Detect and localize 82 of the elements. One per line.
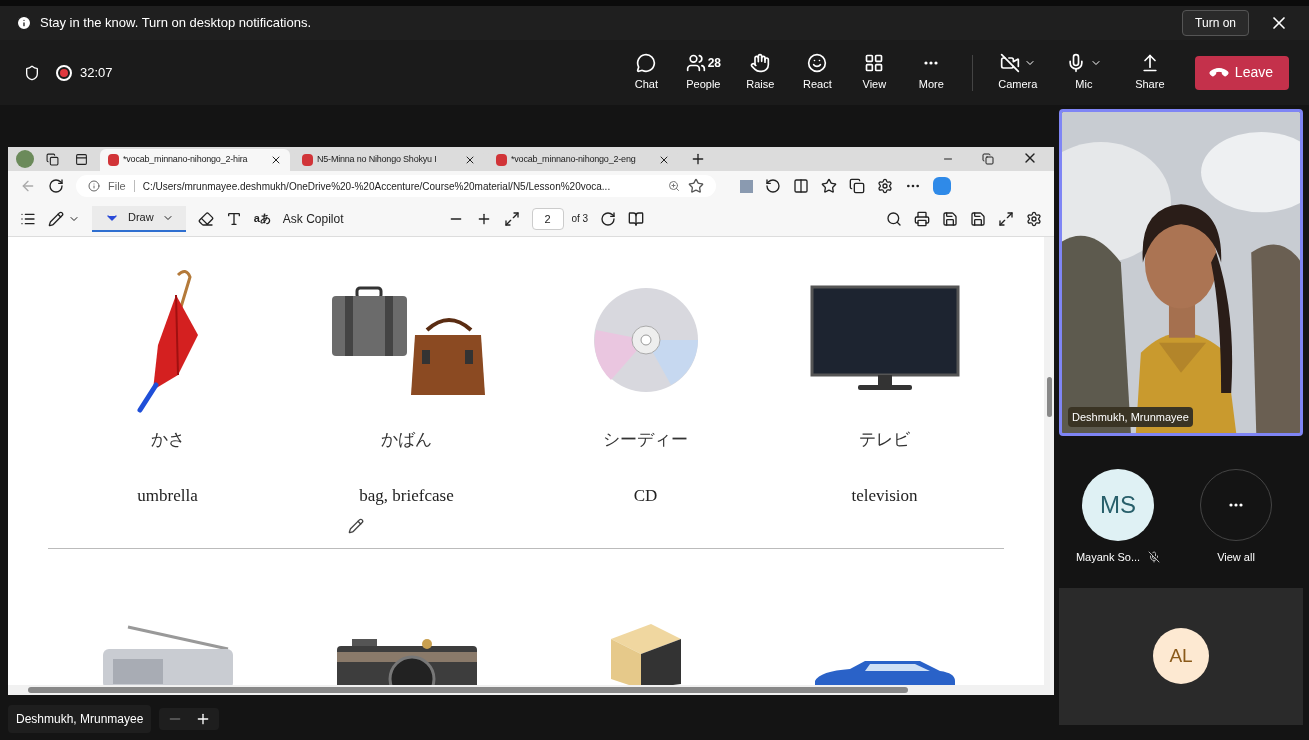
- people-icon: [685, 52, 706, 73]
- rotate-icon[interactable]: [600, 210, 617, 227]
- pen-cursor-icon: [348, 518, 364, 534]
- reading-text: テレビ: [859, 428, 910, 451]
- page-number-field[interactable]: 2: [531, 207, 564, 230]
- close-tab-icon[interactable]: [658, 154, 670, 166]
- toolbar-button[interactable]: Raise: [731, 52, 789, 93]
- pdf-icon: [108, 154, 119, 166]
- workspaces-icon[interactable]: [46, 153, 59, 166]
- profile-avatar[interactable]: [16, 150, 34, 168]
- participant-name: Deshmukh, Mrunmayee: [1068, 406, 1193, 427]
- close-tab-icon[interactable]: [270, 154, 282, 166]
- turn-on-button[interactable]: Turn on: [1182, 10, 1249, 36]
- avatar[interactable]: AL: [1153, 628, 1209, 684]
- tab-title: *vocab_minnano-nihongo_2-hira: [123, 153, 249, 167]
- page-count: of 3: [571, 212, 589, 226]
- split-screen-icon[interactable]: [793, 178, 809, 194]
- address-bar[interactable]: File C:/Users/mrunmayee.deshmukh/OneDrive%20-%20Accenture/Course%20material/N5/Lesson%20voca...: [76, 175, 716, 197]
- smiley-icon: [807, 52, 828, 73]
- text-icon[interactable]: [225, 210, 242, 227]
- reading-text: シーディー: [603, 428, 688, 451]
- fit-width-icon[interactable]: [503, 210, 520, 227]
- meeting-timer: 32:07: [80, 63, 113, 82]
- meaning-text: bag, briefcase: [359, 484, 454, 507]
- shield-icon: [24, 64, 40, 81]
- search-icon[interactable]: [886, 210, 902, 227]
- pdf-icon: [496, 154, 507, 166]
- meaning-text: umbrella: [137, 484, 198, 507]
- chat-icon: [636, 52, 657, 73]
- draw-button[interactable]: Draw: [92, 205, 186, 232]
- browser-tab[interactable]: *vocab_minnano-nihongo_2-hira: [100, 149, 290, 171]
- copilot-icon[interactable]: [933, 177, 951, 195]
- vertical-scrollbar[interactable]: [1044, 237, 1054, 695]
- favorite-icon[interactable]: [688, 178, 704, 194]
- collections-icon[interactable]: [849, 178, 865, 194]
- read-aloud-button[interactable]: aあ: [253, 210, 271, 227]
- url-text: C:/Users/mrunmayee.deshmukh/OneDrive%20-%20Accenture/Course%20material/N5/Lesson%20voca...: [142, 179, 612, 194]
- toolbar-button[interactable]: 28 People: [674, 52, 732, 93]
- meaning-text: television: [851, 484, 918, 507]
- zoom-icon[interactable]: [668, 180, 680, 192]
- info-icon: [16, 15, 32, 31]
- device-button[interactable]: Camera: [984, 52, 1051, 93]
- reading-text: かばん: [381, 428, 432, 451]
- ask-copilot-button[interactable]: Ask Copilot: [282, 209, 344, 228]
- view-all-label: View all: [1217, 550, 1255, 565]
- notification-text: Stay in the know. Turn on desktop notifications.: [40, 14, 311, 33]
- hand-icon: [750, 52, 771, 73]
- eraser-icon[interactable]: [197, 210, 214, 227]
- grid-icon: [864, 52, 885, 73]
- more-icon: [1229, 503, 1243, 507]
- highlight-icon[interactable]: [48, 210, 64, 227]
- tab-title: N5-Minna no Nihongo Shokyu I: [317, 153, 438, 167]
- tab-actions-icon[interactable]: [75, 153, 88, 166]
- toolbar-button[interactable]: More: [902, 52, 960, 93]
- participant-name: Mayank So...: [1075, 550, 1141, 565]
- toolbar-button[interactable]: Chat: [617, 52, 675, 93]
- site-info-icon: [88, 180, 100, 192]
- toolbar-button[interactable]: React: [788, 52, 846, 93]
- restore-icon[interactable]: [982, 153, 994, 165]
- pdf-icon: [302, 154, 313, 166]
- settings-icon[interactable]: [1026, 210, 1042, 227]
- print-icon[interactable]: [914, 210, 930, 227]
- more-icon: [924, 60, 939, 65]
- horizontal-scrollbar[interactable]: [8, 685, 1044, 695]
- favorites-icon[interactable]: [821, 178, 837, 194]
- scheme-label: File: [108, 178, 126, 194]
- tab-title: *vocab_minnano-nihongo_2-eng: [511, 153, 637, 167]
- save-as-icon[interactable]: [970, 210, 986, 227]
- device-button[interactable]: Mic: [1050, 52, 1117, 93]
- reading-text: かさ: [150, 428, 185, 451]
- meaning-text: CD: [633, 484, 658, 507]
- leave-button[interactable]: Leave: [1194, 55, 1289, 90]
- save-icon[interactable]: [942, 210, 958, 227]
- avatar[interactable]: MS: [1082, 469, 1154, 541]
- presenter-name: Deshmukh, Mrunmayee: [8, 705, 152, 733]
- fullscreen-icon[interactable]: [998, 210, 1014, 227]
- device-button[interactable]: Share: [1116, 52, 1183, 93]
- page-view-icon[interactable]: [628, 210, 645, 227]
- close-tab-icon[interactable]: [464, 154, 476, 166]
- reload-icon[interactable]: [48, 178, 64, 194]
- new-tab-icon[interactable]: [690, 151, 706, 167]
- toolbar-button[interactable]: View: [845, 52, 903, 93]
